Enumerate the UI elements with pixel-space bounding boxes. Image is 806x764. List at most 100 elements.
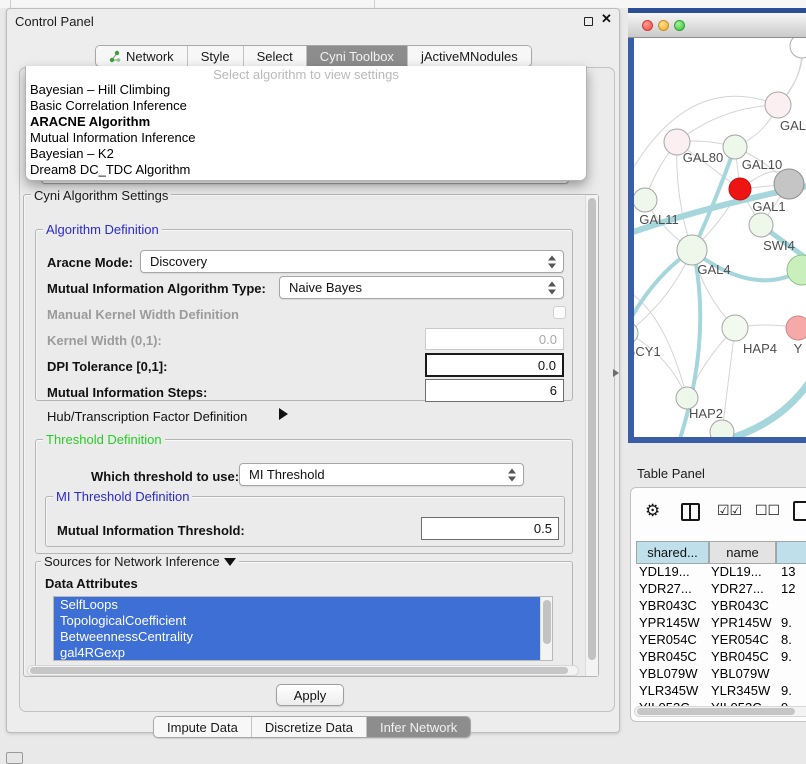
tab-impute-data[interactable]: Impute Data: [154, 717, 251, 737]
network-node-swi4[interactable]: [749, 213, 773, 237]
minimize-traffic-light-icon[interactable]: [658, 20, 669, 31]
network-edge[interactable]: [722, 328, 735, 432]
network-edge-highlighted[interactable]: [634, 250, 692, 336]
mi-type-combo[interactable]: Naive Bayes: [279, 276, 564, 299]
table-cell[interactable]: 12: [781, 581, 806, 596]
table-row[interactable]: YLR345W YLR345W 9.: [631, 683, 806, 700]
table-hscroll-thumb[interactable]: [637, 708, 795, 715]
settings-hscroll-thumb[interactable]: [30, 667, 568, 674]
network-edge[interactable]: [677, 105, 778, 142]
tab-network[interactable]: Network: [96, 46, 187, 66]
splitter-arrow-icon[interactable]: [613, 369, 619, 377]
table-cell[interactable]: YBR045C: [639, 649, 707, 664]
table-cell[interactable]: YDL19...: [711, 564, 775, 579]
table-cell[interactable]: YDR27...: [639, 581, 707, 596]
attribute-list-item[interactable]: TopologicalCoefficient: [54, 613, 541, 629]
panel-corner-icon[interactable]: [6, 752, 23, 764]
network-node-hap4[interactable]: [722, 315, 748, 341]
mi-threshold-field[interactable]: 0.5: [421, 517, 559, 540]
data-attributes-list[interactable]: SelfLoopsTopologicalCoefficientBetweenne…: [53, 596, 553, 661]
algorithm-option[interactable]: Bayesian – Hill Climbing: [26, 82, 586, 98]
close-icon[interactable]: ✕: [601, 11, 612, 27]
network-node[interactable]: [787, 255, 806, 285]
table-row[interactable]: YER054C YER054C 8.: [631, 632, 806, 649]
algorithm-option[interactable]: Dream8 DC_TDC Algorithm: [26, 162, 586, 178]
deselect-all-rows-icon[interactable]: ☐☐: [755, 502, 780, 519]
table-cell[interactable]: 9.: [781, 649, 806, 664]
tab-discretize-data[interactable]: Discretize Data: [251, 717, 366, 737]
algorithm-option[interactable]: Mutual Information Inference: [26, 130, 586, 146]
table-horizontal-scrollbar[interactable]: [634, 706, 806, 717]
attributes-vertical-scrollbar[interactable]: [540, 597, 552, 660]
attribute-list-item[interactable]: gal4RGexp: [54, 645, 541, 661]
network-node-gal10[interactable]: [723, 135, 747, 159]
aracne-mode-combo[interactable]: Discovery: [140, 250, 564, 273]
tab-infer-network[interactable]: Infer Network: [366, 717, 470, 737]
table-cell[interactable]: 9.: [781, 615, 806, 630]
table-row[interactable]: YBL079W YBL079W: [631, 666, 806, 683]
settings-vertical-scrollbar[interactable]: [585, 195, 598, 676]
hub-definition-label[interactable]: Hub/Transcription Factor Definition: [47, 409, 247, 424]
close-traffic-light-icon[interactable]: [642, 20, 653, 31]
tab-style[interactable]: Style: [187, 46, 243, 66]
network-node-gal4[interactable]: [677, 235, 707, 265]
table-cell[interactable]: YLR345W: [711, 683, 775, 698]
algorithm-option[interactable]: ARACNE Algorithm: [26, 114, 586, 130]
table-cell[interactable]: YDL19...: [639, 564, 707, 579]
table-cell[interactable]: YBR043C: [711, 598, 775, 613]
dpi-tolerance-field[interactable]: 0.0: [425, 353, 564, 377]
settings-vscroll-thumb[interactable]: [588, 198, 596, 660]
column-header-name[interactable]: name: [709, 541, 776, 564]
table-cell[interactable]: YDR27...: [711, 581, 775, 596]
table-cell[interactable]: YER054C: [711, 632, 775, 647]
settings-horizontal-scrollbar[interactable]: [27, 665, 579, 676]
network-node[interactable]: [774, 169, 804, 199]
table-cell[interactable]: YPR145W: [711, 615, 775, 630]
network-node-gal11[interactable]: [634, 188, 657, 212]
tab-jactivemnodules[interactable]: jActiveMNodules: [407, 46, 531, 66]
table-row[interactable]: YDR27... YDR27... 12: [631, 581, 806, 598]
apply-button[interactable]: Apply: [276, 684, 344, 706]
attributes-vscroll-thumb[interactable]: [543, 600, 551, 644]
attribute-list-item[interactable]: SelfLoops: [54, 597, 541, 613]
network-node-gal[interactable]: [765, 92, 791, 118]
attribute-list-item[interactable]: BetweennessCentrality: [54, 629, 541, 645]
table-row[interactable]: YDL19... YDL19... 13: [631, 564, 806, 581]
network-canvas[interactable]: GALGAL80GAL10GAL1GAL11SWI4GAL4GCY1HAP4YH…: [634, 38, 806, 437]
table-cell[interactable]: YLR345W: [639, 683, 707, 698]
tab-select[interactable]: Select: [243, 46, 306, 66]
table-cell[interactable]: YER054C: [639, 632, 707, 647]
table-cell[interactable]: 8.: [781, 632, 806, 647]
table-row[interactable]: YPR145W YPR145W 9.: [631, 615, 806, 632]
network-edge[interactable]: [634, 333, 687, 398]
column-header-shared[interactable]: shared...: [636, 541, 709, 564]
network-graph[interactable]: GALGAL80GAL10GAL1GAL11SWI4GAL4GCY1HAP4YH…: [634, 38, 806, 437]
table-cell[interactable]: YBL079W: [639, 666, 707, 681]
column-header-3[interactable]: [776, 541, 806, 564]
expand-arrow-icon[interactable]: [279, 408, 288, 420]
export-table-icon[interactable]: [793, 501, 806, 521]
float-window-icon[interactable]: [584, 17, 593, 26]
which-threshold-combo[interactable]: MI Threshold: [239, 463, 524, 486]
zoom-traffic-light-icon[interactable]: [674, 20, 685, 31]
table-cell[interactable]: YPR145W: [639, 615, 707, 630]
network-node[interactable]: [710, 420, 734, 437]
select-all-rows-icon[interactable]: ☑☑: [717, 502, 742, 519]
mi-steps-field[interactable]: 6: [425, 379, 564, 402]
gear-icon[interactable]: ⚙: [645, 501, 660, 521]
table-cell[interactable]: 13: [781, 564, 806, 579]
sources-group-label[interactable]: Sources for Network Inference: [41, 554, 239, 569]
table-row[interactable]: YBR045C YBR045C 9.: [631, 649, 806, 666]
network-node-y[interactable]: [786, 316, 806, 340]
table-cell[interactable]: 9.: [781, 683, 806, 698]
tab-cyni-toolbox[interactable]: Cyni Toolbox: [306, 46, 407, 66]
network-node-gal1[interactable]: [729, 178, 751, 200]
algorithm-option[interactable]: Bayesian – K2: [26, 146, 586, 162]
table-cell[interactable]: YBL079W: [711, 666, 775, 681]
network-node[interactable]: [790, 38, 806, 58]
algorithm-option[interactable]: Basic Correlation Inference: [26, 98, 586, 114]
columns-icon[interactable]: [681, 503, 700, 521]
network-window-titlebar[interactable]: [628, 13, 806, 38]
table-cell[interactable]: YBR045C: [711, 649, 775, 664]
table-cell[interactable]: YBR043C: [639, 598, 707, 613]
